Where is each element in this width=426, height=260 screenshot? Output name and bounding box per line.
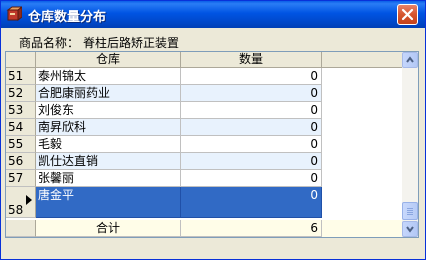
empty-area — [322, 85, 402, 102]
table-row[interactable]: 52 合肥康丽药业 0 — [6, 85, 402, 102]
empty-area — [322, 136, 402, 153]
quantity-cell[interactable]: 0 — [181, 85, 322, 102]
app-box-icon — [6, 6, 22, 21]
chevron-down-icon — [406, 226, 414, 233]
current-row-arrow-icon — [26, 195, 32, 205]
close-icon — [401, 8, 414, 21]
warehouse-cell[interactable]: 凯仕达直销 — [36, 153, 181, 170]
warehouse-cell[interactable]: 毛毅 — [36, 136, 181, 153]
empty-area — [322, 119, 402, 136]
warehouse-cell[interactable]: 泰州锦太 — [36, 68, 181, 85]
row-number: 57 — [6, 170, 36, 187]
warehouse-cell[interactable]: 合肥康丽药业 — [36, 85, 181, 102]
scroll-thumb[interactable] — [402, 202, 418, 220]
total-label: 合计 — [36, 220, 181, 237]
warehouse-cell[interactable]: 南昇欣科 — [36, 119, 181, 136]
quantity-cell[interactable]: 0 — [181, 119, 322, 136]
warehouse-cell[interactable]: 唐金平 — [36, 187, 181, 218]
header-row-number — [6, 52, 36, 68]
product-label: 商品名称： — [19, 36, 80, 50]
header-warehouse[interactable]: 仓库 — [36, 52, 181, 68]
table-row[interactable]: 54 南昇欣科 0 — [6, 119, 402, 136]
quantity-cell[interactable]: 0 — [181, 153, 322, 170]
vertical-scrollbar[interactable] — [402, 52, 418, 237]
quantity-cell[interactable]: 0 — [181, 136, 322, 153]
close-button[interactable] — [397, 4, 418, 25]
product-name: 脊柱后路矫正装置 — [83, 36, 180, 50]
row-number: 58 — [8, 203, 24, 217]
quantity-cell[interactable]: 0 — [181, 187, 322, 218]
table-row[interactable]: 56 凯仕达直销 0 — [6, 153, 402, 170]
total-row: 合计 6 — [6, 220, 402, 237]
quantity-cell[interactable]: 0 — [181, 102, 322, 119]
empty-area — [322, 220, 402, 237]
row-number: 55 — [6, 136, 36, 153]
scroll-down-button[interactable] — [402, 221, 418, 237]
title-bar[interactable]: 仓库数量分布 — [1, 1, 425, 28]
header-spacer — [322, 52, 402, 68]
empty-area — [322, 102, 402, 119]
total-quantity: 6 — [181, 220, 322, 237]
table-row[interactable]: 55 毛毅 0 — [6, 136, 402, 153]
row-number: 56 — [6, 153, 36, 170]
window-title: 仓库数量分布 — [28, 10, 107, 25]
dialog-window: 仓库数量分布 商品名称： 脊柱后路矫正装置 仓库 数量 51 泰州锦太 0 52 … — [0, 0, 426, 260]
header-quantity[interactable]: 数量 — [181, 52, 322, 68]
selected-table-row[interactable]: 58 唐金平 0 — [6, 187, 402, 218]
warehouse-cell[interactable]: 刘俊东 — [36, 102, 181, 119]
empty-area — [322, 153, 402, 170]
row-number: 51 — [6, 68, 36, 85]
row-number: 52 — [6, 85, 36, 102]
warehouse-grid[interactable]: 仓库 数量 51 泰州锦太 0 52 合肥康丽药业 0 53 刘俊东 0 54 … — [5, 51, 419, 238]
warehouse-cell[interactable]: 张馨丽 — [36, 170, 181, 187]
row-number: 54 — [6, 119, 36, 136]
quantity-cell[interactable]: 0 — [181, 170, 322, 187]
table-row[interactable]: 57 张馨丽 0 — [6, 170, 402, 187]
total-row-number — [6, 220, 36, 237]
row-number-cell: 58 — [6, 187, 36, 218]
empty-area — [322, 170, 402, 187]
chevron-up-icon — [406, 56, 414, 63]
row-number: 53 — [6, 102, 36, 119]
table-row[interactable]: 51 泰州锦太 0 — [6, 68, 402, 85]
scroll-up-button[interactable] — [402, 52, 418, 68]
quantity-cell[interactable]: 0 — [181, 68, 322, 85]
empty-area — [322, 68, 402, 85]
empty-area — [322, 187, 402, 218]
table-row[interactable]: 53 刘俊东 0 — [6, 102, 402, 119]
product-info: 商品名称： 脊柱后路矫正装置 — [19, 34, 183, 50]
